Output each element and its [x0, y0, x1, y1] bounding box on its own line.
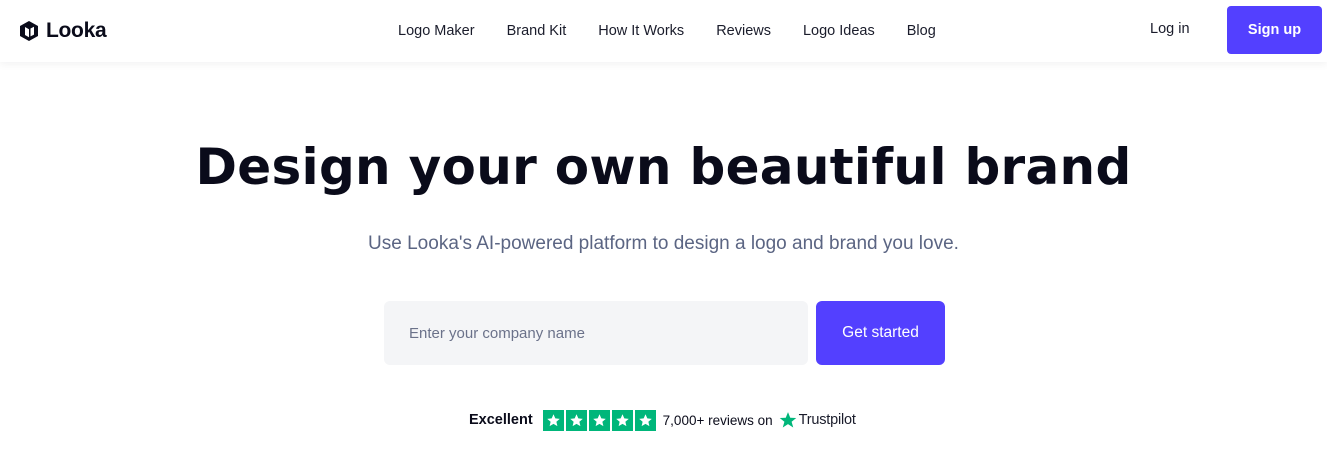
rating-label: Excellent	[469, 412, 533, 428]
nav-item-logo-maker[interactable]: Logo Maker	[382, 23, 491, 39]
star-icon	[565, 409, 587, 431]
nav-item-reviews[interactable]: Reviews	[700, 23, 787, 39]
star-icon	[588, 409, 610, 431]
company-name-input[interactable]	[384, 301, 808, 365]
looka-logo-icon	[18, 20, 40, 42]
nav-item-brand-kit[interactable]: Brand Kit	[491, 23, 583, 39]
main-nav: Logo Maker Brand Kit How It Works Review…	[382, 0, 952, 62]
star-icon	[542, 409, 564, 431]
nav-item-blog[interactable]: Blog	[891, 23, 952, 39]
trustpilot-star-icon	[779, 411, 797, 429]
reviews-count: 7,000+ reviews on	[662, 412, 773, 428]
brand-name: Looka	[46, 19, 107, 42]
page-title: Design your own beautiful brand	[195, 138, 1132, 196]
brand-logo[interactable]: Looka	[18, 18, 107, 44]
star-icon	[611, 409, 633, 431]
get-started-button[interactable]: Get started	[816, 301, 945, 365]
site-header: Looka Logo Maker Brand Kit How It Works …	[0, 0, 1327, 62]
rating-stars	[542, 409, 656, 431]
trustpilot-rating[interactable]: Excellent 7,000+ reviews on Trustpilot	[469, 409, 856, 431]
star-icon	[634, 409, 656, 431]
hero-subtitle: Use Looka's AI-powered platform to desig…	[368, 233, 959, 254]
signup-button[interactable]: Sign up	[1227, 6, 1322, 54]
login-link[interactable]: Log in	[1150, 21, 1190, 37]
nav-item-logo-ideas[interactable]: Logo Ideas	[787, 23, 891, 39]
trustpilot-name: Trustpilot	[798, 412, 856, 428]
nav-item-how-it-works[interactable]: How It Works	[582, 23, 700, 39]
